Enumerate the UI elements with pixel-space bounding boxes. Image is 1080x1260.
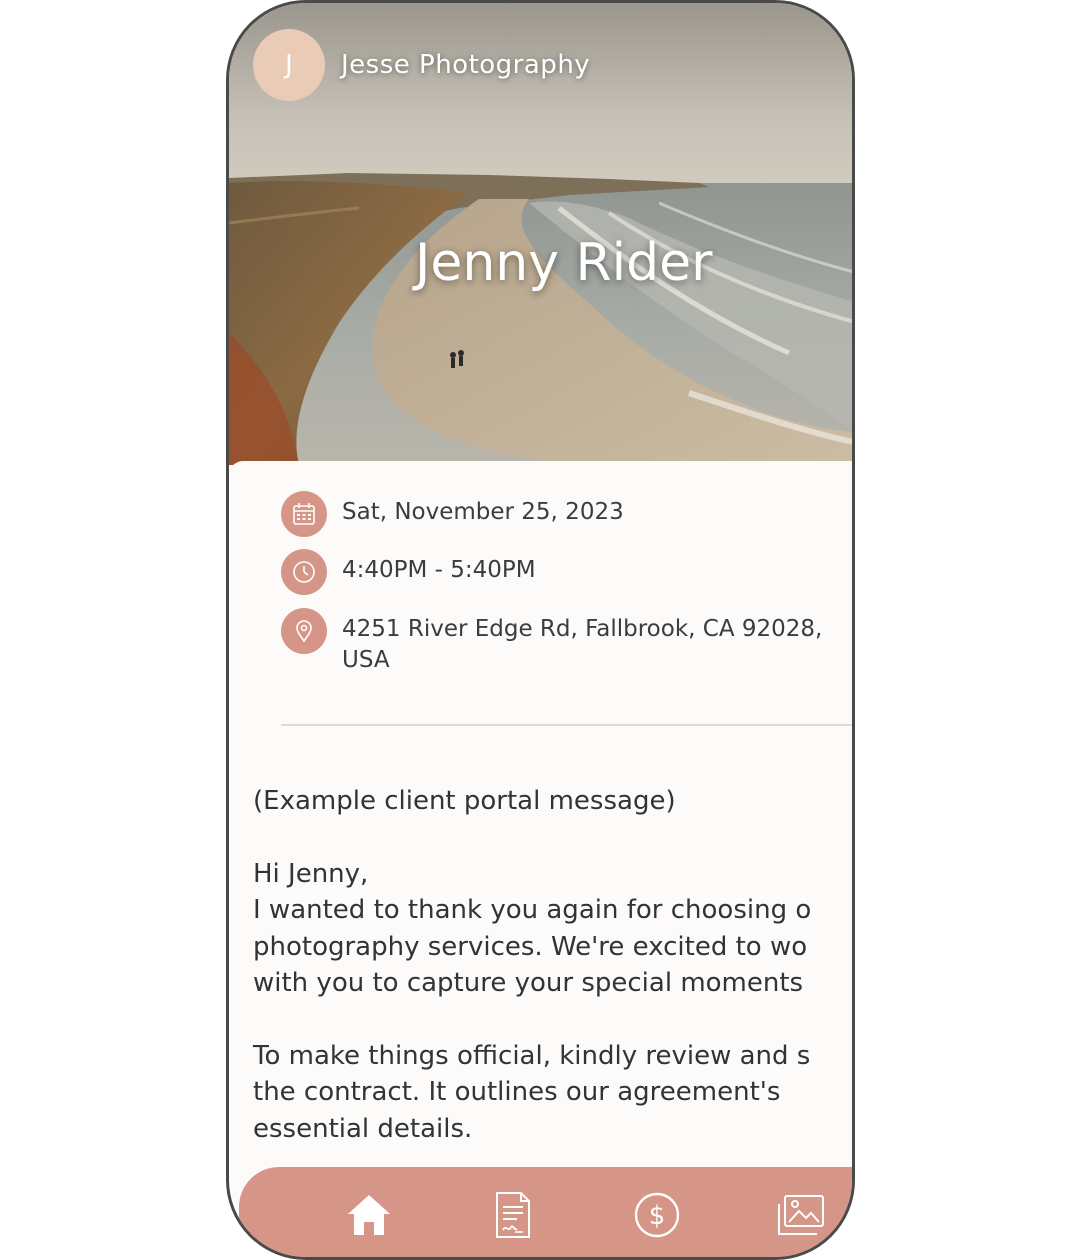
brand-header: J Jesse Photography [253,29,590,101]
phone-frame: J Jesse Photography Jenny Rider Sat, Nov… [226,0,855,1260]
map-pin-icon [281,608,327,654]
divider [281,724,852,726]
gallery-icon [778,1195,824,1235]
contract-icon [496,1192,530,1238]
client-name-title: Jenny Rider [415,233,713,293]
brand-name: Jesse Photography [341,50,591,80]
location-row: 4251 River Edge Rd, Fallbrook, CA 92028,… [281,608,842,676]
message-line: with you to capture your special moments [253,968,804,998]
nav-gallery-button[interactable] [775,1189,827,1241]
message-greeting: Hi Jenny, [253,858,369,889]
portal-message: (Example client portal message) Hi Jenny… [253,783,852,1147]
message-intro: (Example client portal message) [253,786,676,816]
message-line: I wanted to thank you again for choosing… [253,895,812,925]
message-line: essential details. [253,1113,473,1144]
svg-text:$: $ [649,1201,666,1231]
home-icon [348,1195,390,1235]
session-date: Sat, November 25, 2023 [342,499,624,525]
session-address[interactable]: 4251 River Edge Rd, Fallbrook, CA 92028,… [342,614,842,676]
nav-home-button[interactable] [343,1189,395,1241]
session-details-card: Sat, November 25, 2023 4:40PM - 5:40PM 4… [229,461,852,1181]
payment-icon: $ [634,1192,680,1238]
time-row: 4:40PM - 5:40PM [281,549,842,595]
hero-image: J Jesse Photography Jenny Rider [229,3,852,465]
message-line: the contract. It outlines our agreement'… [253,1077,781,1107]
clock-icon [281,549,327,595]
avatar[interactable]: J [253,29,325,101]
message-line: To make things official, kindly review a… [253,1040,811,1071]
nav-payment-button[interactable]: $ [631,1189,683,1241]
session-time: 4:40PM - 5:40PM [342,557,536,583]
date-row: Sat, November 25, 2023 [281,491,842,537]
nav-contract-button[interactable] [487,1189,539,1241]
message-line: photography services. We're excited to w… [253,931,808,962]
calendar-icon [281,491,327,537]
bottom-nav-bar: $ [239,1167,852,1257]
